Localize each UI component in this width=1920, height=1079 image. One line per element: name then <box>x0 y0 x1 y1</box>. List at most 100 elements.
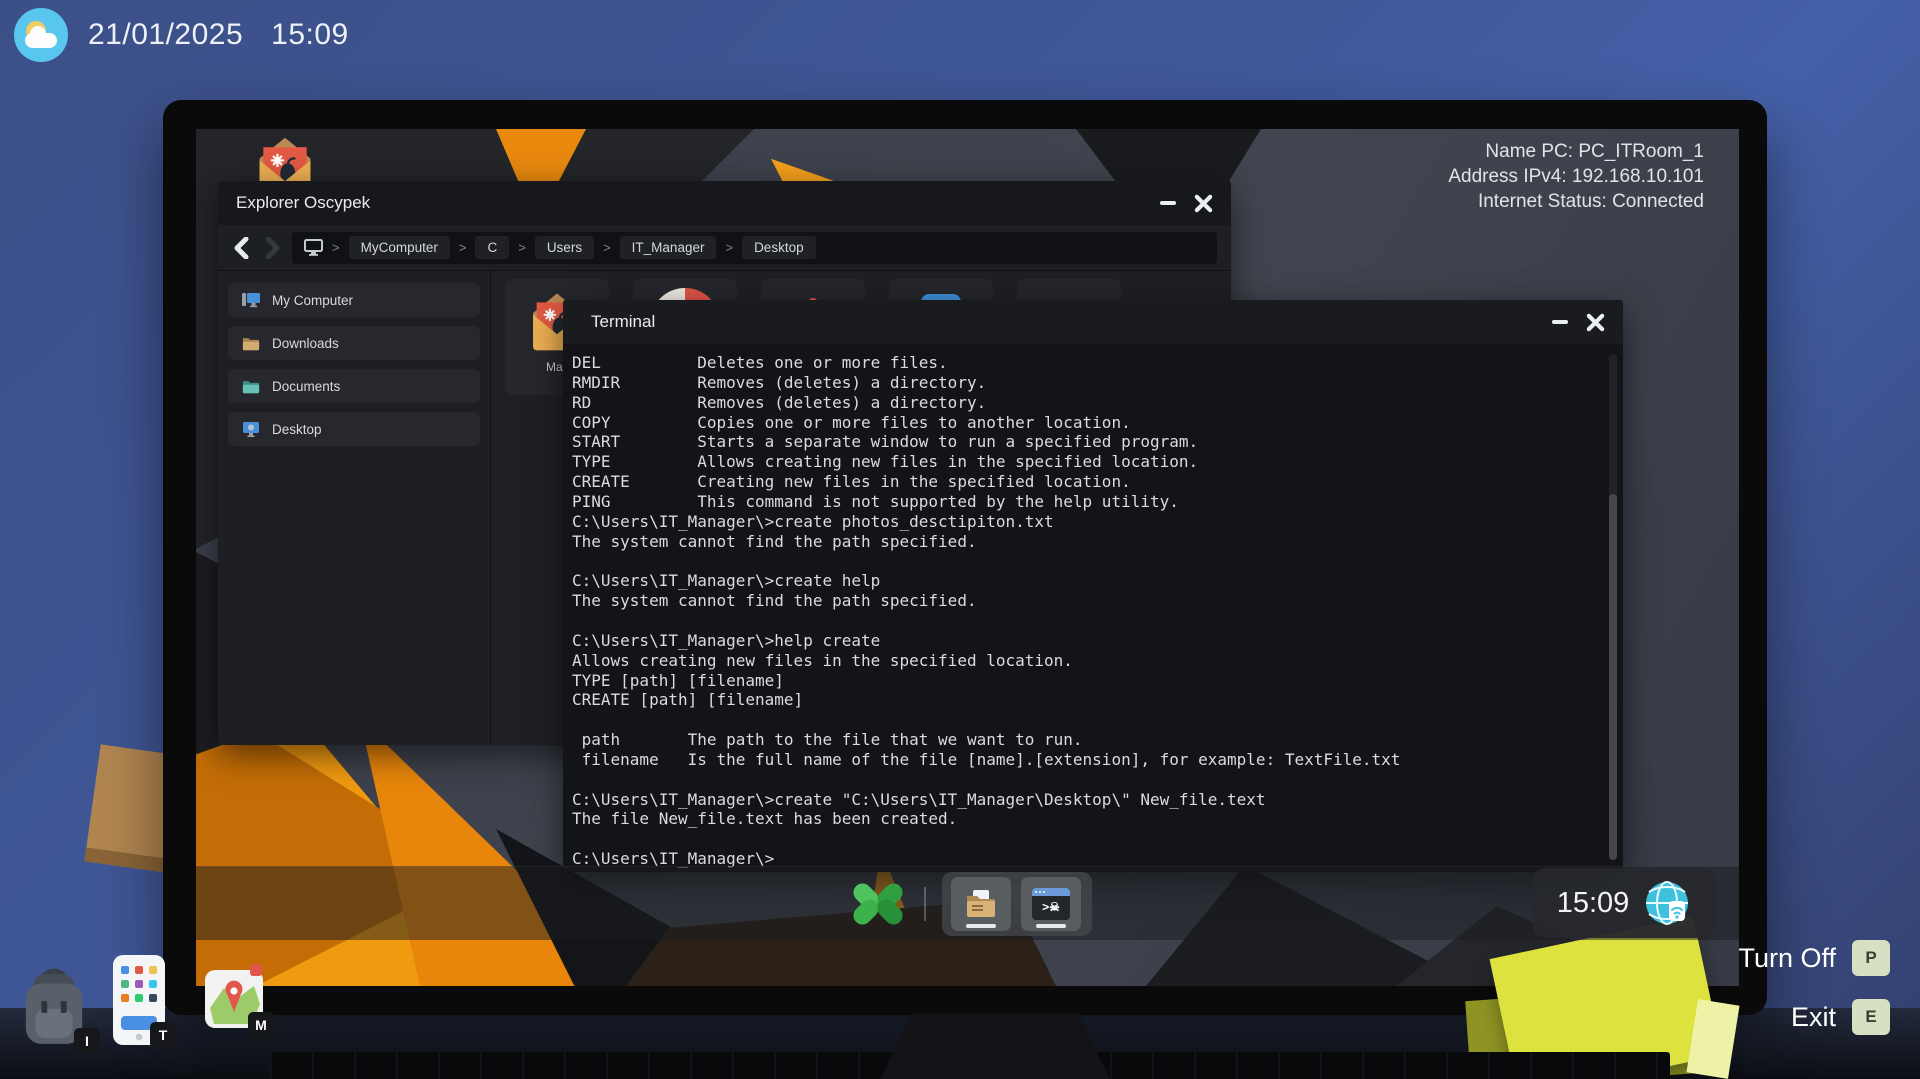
exit-keybind: E <box>1852 999 1890 1035</box>
desktop-icon <box>242 421 260 437</box>
inventory-button[interactable]: I <box>20 964 94 1054</box>
folder-documents-icon <box>242 379 260 394</box>
turn-off-button[interactable]: Turn Off P <box>1738 940 1890 976</box>
terminal-line <box>572 770 1597 790</box>
terminal-line <box>572 551 1597 571</box>
terminal-line: C:\Users\IT_Manager\>create help <box>572 571 1597 591</box>
active-app-indicator <box>1036 924 1066 928</box>
scrollbar-thumb[interactable] <box>1609 494 1617 860</box>
terminal-line: RMDIR Removes (deletes) a directory. <box>572 373 1597 393</box>
terminal-line: path The path to the file that we want t… <box>572 730 1597 750</box>
minimize-icon[interactable] <box>1552 320 1568 324</box>
explorer-sidebar: My Computer Downloads <box>218 271 491 744</box>
terminal-line: C:\Users\IT_Manager\>create photos_desct… <box>572 512 1597 532</box>
sun-cloud-icon[interactable] <box>14 8 68 62</box>
terminal-line <box>572 611 1597 631</box>
start-button[interactable] <box>855 881 901 927</box>
exit-label: Exit <box>1791 1002 1836 1033</box>
sidebar-label: Documents <box>272 379 340 394</box>
sidebar-item-my-computer[interactable]: My Computer <box>228 283 480 317</box>
file-explorer-icon <box>963 888 999 920</box>
breadcrumb-itmanager[interactable]: IT_Manager <box>620 236 717 259</box>
terminal-line <box>572 710 1597 730</box>
terminal-line: TYPE [path] [filename] <box>572 671 1597 691</box>
chevron-right-icon: > <box>603 240 611 255</box>
active-app-indicator <box>966 924 996 928</box>
close-icon[interactable] <box>1586 313 1605 332</box>
terminal-line: The system cannot find the path specifie… <box>572 532 1597 552</box>
terminal-line: CREATE [path] [filename] <box>572 690 1597 710</box>
terminal-line: PING This command is not supported by th… <box>572 492 1597 512</box>
hud-date: 21/01/2025 <box>88 18 243 52</box>
phone-button[interactable]: T <box>112 954 170 1052</box>
terminal-window: Terminal DEL Deletes one or more files. … <box>563 300 1623 872</box>
taskbar-clock[interactable]: 15:09 <box>1533 868 1715 938</box>
terminal-line: DEL Deletes one or more files. <box>572 353 1597 373</box>
terminal-line: RD Removes (deletes) a directory. <box>572 393 1597 413</box>
explorer-navbar: > MyComputer > C > Users > IT_Manager > … <box>218 225 1231 271</box>
terminal-skull-icon: >☠ <box>1032 888 1070 920</box>
breadcrumb-desktop[interactable]: Desktop <box>742 236 816 259</box>
exit-button[interactable]: Exit E <box>1791 999 1890 1035</box>
turn-off-keybind: P <box>1852 940 1890 976</box>
terminal-line: filename Is the full name of the file [n… <box>572 750 1597 770</box>
terminal-line: CREATE Creating new files in the specifi… <box>572 472 1597 492</box>
terminal-title: Terminal <box>563 312 655 332</box>
terminal-line: C:\Users\IT_Manager\>create "C:\Users\IT… <box>572 790 1597 810</box>
terminal-line: COPY Copies one or more files to another… <box>572 413 1597 433</box>
taskbar-terminal-button[interactable]: >☠ <box>1021 877 1081 931</box>
monitor-bezel: Name PC: PC_ITRoom_1 Address IPv4: 192.1… <box>163 100 1767 1015</box>
chevron-right-icon: > <box>725 240 733 255</box>
map-keybind: M <box>248 1012 274 1038</box>
terminal-line: TYPE Allows creating new files in the sp… <box>572 452 1597 472</box>
terminal-line: The file New_file.text has been created. <box>572 809 1597 829</box>
taskbar: >☠ 15:09 <box>196 866 1739 940</box>
terminal-line: The system cannot find the path specifie… <box>572 591 1597 611</box>
terminal-line <box>572 829 1597 849</box>
monitor-stand <box>880 1013 1110 1079</box>
breadcrumb-c[interactable]: C <box>475 236 509 259</box>
sidebar-item-documents[interactable]: Documents <box>228 369 480 403</box>
map-button[interactable]: M <box>204 964 270 1038</box>
terminal-output[interactable]: DEL Deletes one or more files. RMDIR Rem… <box>563 344 1623 869</box>
game-scene: Name PC: PC_ITRoom_1 Address IPv4: 192.1… <box>0 0 1920 1079</box>
taskbar-file-explorer-button[interactable] <box>951 877 1011 931</box>
pc-ip: Address IPv4: 192.168.10.101 <box>1448 164 1704 189</box>
turn-off-label: Turn Off <box>1738 943 1836 974</box>
breadcrumb: > MyComputer > C > Users > IT_Manager > … <box>292 232 1217 264</box>
chevron-right-icon: > <box>459 240 467 255</box>
globe-wifi-icon[interactable] <box>1643 879 1691 927</box>
explorer-titlebar[interactable]: Explorer Oscypek <box>218 181 1231 225</box>
sidebar-label: Downloads <box>272 336 339 351</box>
computer-icon <box>242 292 260 308</box>
taskbar-app-dock: >☠ <box>942 872 1092 936</box>
breadcrumb-mycomputer[interactable]: MyComputer <box>349 236 450 259</box>
hud-time: 15:09 <box>271 18 349 52</box>
terminal-line: START Starts a separate window to run a … <box>572 432 1597 452</box>
back-icon[interactable] <box>232 237 252 259</box>
chevron-right-icon: > <box>332 240 340 255</box>
forward-icon[interactable] <box>262 237 282 259</box>
sidebar-label: My Computer <box>272 293 353 308</box>
clock-time: 15:09 <box>1557 887 1630 920</box>
hud-actions: Turn Off P Exit E <box>1738 940 1890 1035</box>
chevron-right-icon: > <box>518 240 526 255</box>
sidebar-item-downloads[interactable]: Downloads <box>228 326 480 360</box>
terminal-titlebar[interactable]: Terminal <box>563 300 1623 344</box>
sidebar-label: Desktop <box>272 422 322 437</box>
minimize-icon[interactable] <box>1160 201 1176 205</box>
sidebar-item-desktop[interactable]: Desktop <box>228 412 480 446</box>
scrollbar[interactable] <box>1609 354 1617 860</box>
taskbar-divider <box>924 887 926 921</box>
monitor-icon[interactable] <box>304 239 323 256</box>
phone-keybind: T <box>150 1022 176 1048</box>
terminal-line: Allows creating new files in the specifi… <box>572 651 1597 671</box>
pc-internet-status: Internet Status: Connected <box>1448 189 1704 214</box>
os-screen: Name PC: PC_ITRoom_1 Address IPv4: 192.1… <box>196 129 1739 986</box>
folder-downloads-icon <box>242 336 260 351</box>
pc-name: Name PC: PC_ITRoom_1 <box>1448 139 1704 164</box>
close-icon[interactable] <box>1194 194 1213 213</box>
breadcrumb-users[interactable]: Users <box>535 236 594 259</box>
hud-datetime: 21/01/2025 15:09 <box>14 8 349 62</box>
pc-info-panel: Name PC: PC_ITRoom_1 Address IPv4: 192.1… <box>1448 139 1704 214</box>
